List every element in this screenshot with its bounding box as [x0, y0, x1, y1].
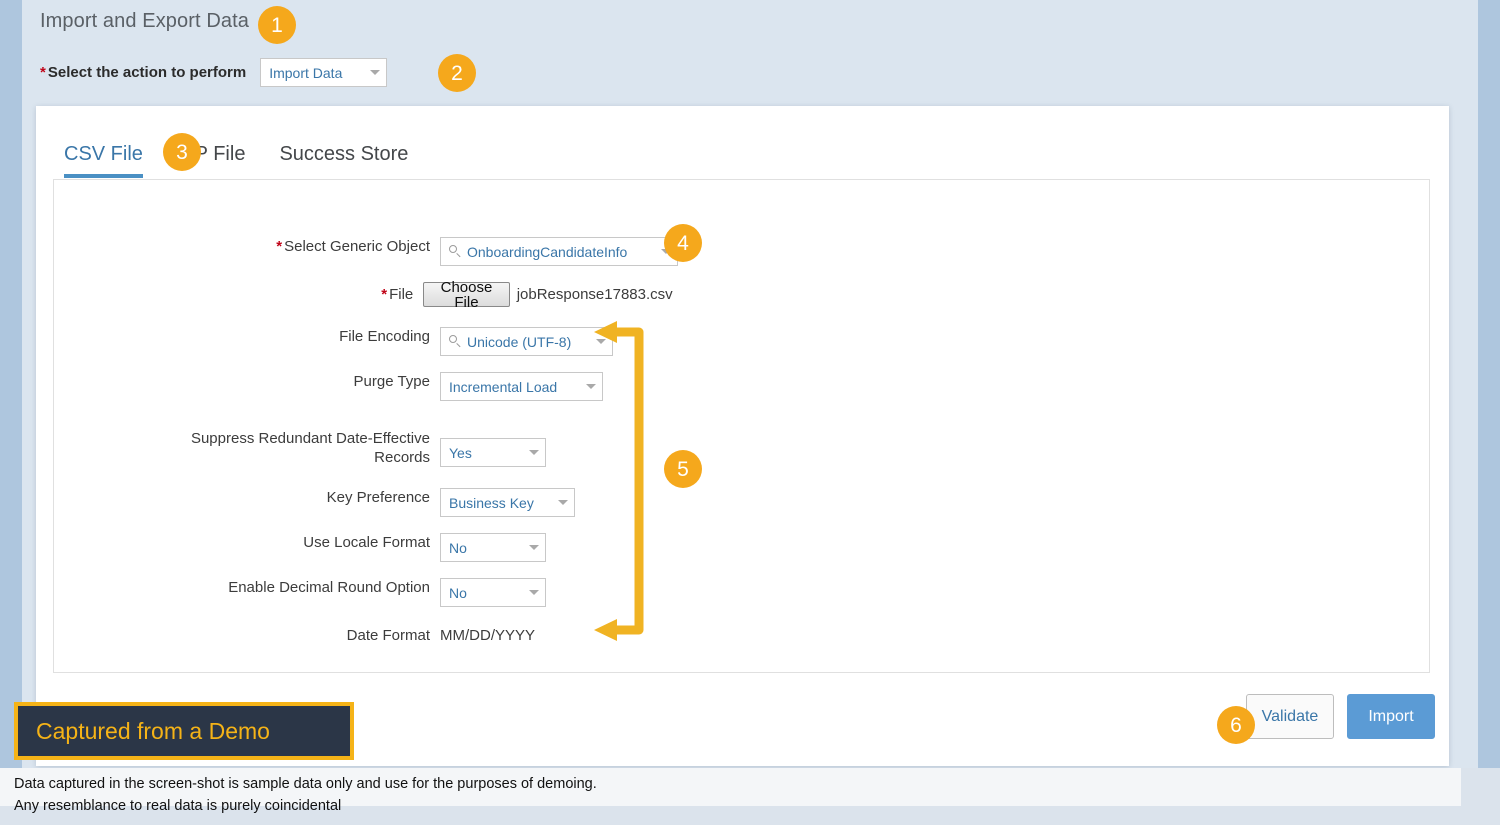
- form-label-file-text: File: [389, 286, 414, 303]
- form-row-key-preference: Key Preference Business Key: [54, 488, 575, 518]
- tab-csv-file[interactable]: CSV File: [64, 143, 143, 178]
- form-row-date-format: Date Format MM/DD/YYYY: [54, 623, 535, 653]
- chevron-down-icon: [370, 70, 381, 75]
- generic-object-select-value: OnboardingCandidateInfo: [467, 243, 628, 260]
- key-preference-select-value: Business Key: [449, 494, 534, 511]
- search-icon: [449, 245, 462, 258]
- validate-button[interactable]: Validate: [1246, 694, 1334, 739]
- enable-decimal-round-select[interactable]: No: [440, 578, 546, 607]
- right-edge-strip: [1478, 0, 1500, 790]
- chevron-down-icon: [529, 545, 539, 550]
- key-preference-select[interactable]: Business Key: [440, 488, 575, 517]
- selected-file-name: jobResponse17883.csv: [516, 286, 673, 303]
- tab-success-store[interactable]: Success Store: [279, 143, 408, 178]
- required-indicator: *: [40, 64, 46, 81]
- purge-type-select-value: Incremental Load: [449, 378, 558, 395]
- form-label-suppress-redundant: Suppress Redundant Date-Effective Record…: [190, 430, 430, 466]
- double-arrow-bracket-icon: [594, 321, 644, 641]
- date-format-value: MM/DD/YYYY: [440, 627, 536, 644]
- form-row-purge-type: Purge Type Incremental Load: [54, 372, 603, 402]
- form-control-suppress-redundant: Yes: [440, 438, 546, 467]
- callout-badge-1: 1: [258, 6, 296, 44]
- form-control-generic-object: OnboardingCandidateInfo: [440, 237, 678, 266]
- form-label-date-format: Date Format: [346, 627, 430, 644]
- required-indicator: *: [381, 286, 388, 303]
- form-control-date-format: MM/DD/YYYY: [440, 623, 535, 645]
- enable-decimal-round-select-value: No: [449, 584, 467, 601]
- suppress-redundant-select[interactable]: Yes: [440, 438, 546, 467]
- form-control-key-preference: Business Key: [440, 488, 575, 517]
- callout-badge-5: 5: [664, 450, 702, 488]
- action-select[interactable]: Import Data: [260, 58, 388, 87]
- form-label-purge-type: Purge Type: [353, 373, 430, 390]
- search-icon: [449, 335, 462, 348]
- file-encoding-select[interactable]: Unicode (UTF-8): [440, 327, 613, 356]
- import-button[interactable]: Import: [1347, 694, 1435, 739]
- form-label-generic-object-text: Select Generic Object: [284, 238, 430, 255]
- demo-banner: Captured from a Demo: [14, 702, 354, 760]
- footer-disclaimer-line-2: Any resemblance to real data is purely c…: [14, 798, 342, 814]
- use-locale-format-select-value: No: [449, 539, 467, 556]
- form-control-purge-type: Incremental Load: [440, 372, 603, 401]
- generic-object-select[interactable]: OnboardingCandidateInfo: [440, 237, 678, 266]
- file-encoding-select-value: Unicode (UTF-8): [467, 333, 572, 350]
- footer: Data captured in the screen-shot is samp…: [0, 768, 1500, 825]
- form-control-use-locale-format: No: [440, 533, 546, 562]
- form-control-file: Choose File jobResponse17883.csv: [423, 280, 673, 310]
- required-indicator: *: [276, 238, 283, 255]
- form-label-file: * File: [54, 282, 423, 304]
- purge-type-select[interactable]: Incremental Load: [440, 372, 603, 401]
- form-row-use-locale-format: Use Locale Format No: [54, 533, 546, 563]
- action-selector-label-text: Select the action to perform: [47, 64, 247, 81]
- suppress-redundant-select-value: Yes: [449, 444, 472, 461]
- form-row-file-encoding: File Encoding Unicode (UTF-8): [54, 327, 613, 357]
- form-label-key-preference: Key Preference: [326, 489, 430, 506]
- action-selector-label: * Select the action to perform: [40, 64, 246, 81]
- form-label-use-locale-format: Use Locale Format: [303, 534, 430, 551]
- footer-disclaimer-line-1: Data captured in the screen-shot is samp…: [14, 776, 597, 792]
- left-edge-strip: [0, 0, 22, 790]
- form-row-generic-object: * Select Generic Object OnboardingCandida…: [54, 237, 678, 267]
- screenshot-root: Import and Export Data * Select the actio…: [0, 0, 1500, 825]
- form-panel: * Select Generic Object OnboardingCandida…: [53, 179, 1430, 673]
- choose-file-button[interactable]: Choose File: [423, 280, 510, 310]
- chevron-down-icon: [529, 590, 539, 595]
- callout-badge-4: 4: [664, 224, 702, 262]
- form-control-file-encoding: Unicode (UTF-8): [440, 327, 613, 356]
- callout-badge-6: 6: [1217, 706, 1255, 744]
- form-row-suppress-redundant: Suppress Redundant Date-Effective Record…: [54, 417, 546, 467]
- callout-badge-2: 2: [438, 54, 476, 92]
- action-select-value: Import Data: [269, 64, 343, 81]
- form-row-enable-decimal-round: Enable Decimal Round Option No: [54, 578, 546, 608]
- callout-badge-3: 3: [163, 133, 201, 171]
- chevron-down-icon: [558, 500, 568, 505]
- form-label-generic-object: * Select Generic Object: [54, 237, 440, 256]
- tab-bar: CSV File ZIP File Success Store: [64, 130, 442, 178]
- action-selector-row: * Select the action to perform Import Dat…: [40, 58, 388, 87]
- use-locale-format-select[interactable]: No: [440, 533, 546, 562]
- form-row-file: * File Choose File jobResponse17883.csv: [54, 280, 673, 312]
- form-control-enable-decimal-round: No: [440, 578, 546, 607]
- chevron-down-icon: [529, 450, 539, 455]
- content-card: CSV File ZIP File Success Store * Select …: [36, 106, 1449, 766]
- form-label-enable-decimal-round: Enable Decimal Round Option: [228, 579, 430, 596]
- demo-banner-text: Captured from a Demo: [36, 717, 270, 744]
- page-title: Import and Export Data: [40, 10, 249, 32]
- form-label-file-encoding: File Encoding: [339, 328, 430, 345]
